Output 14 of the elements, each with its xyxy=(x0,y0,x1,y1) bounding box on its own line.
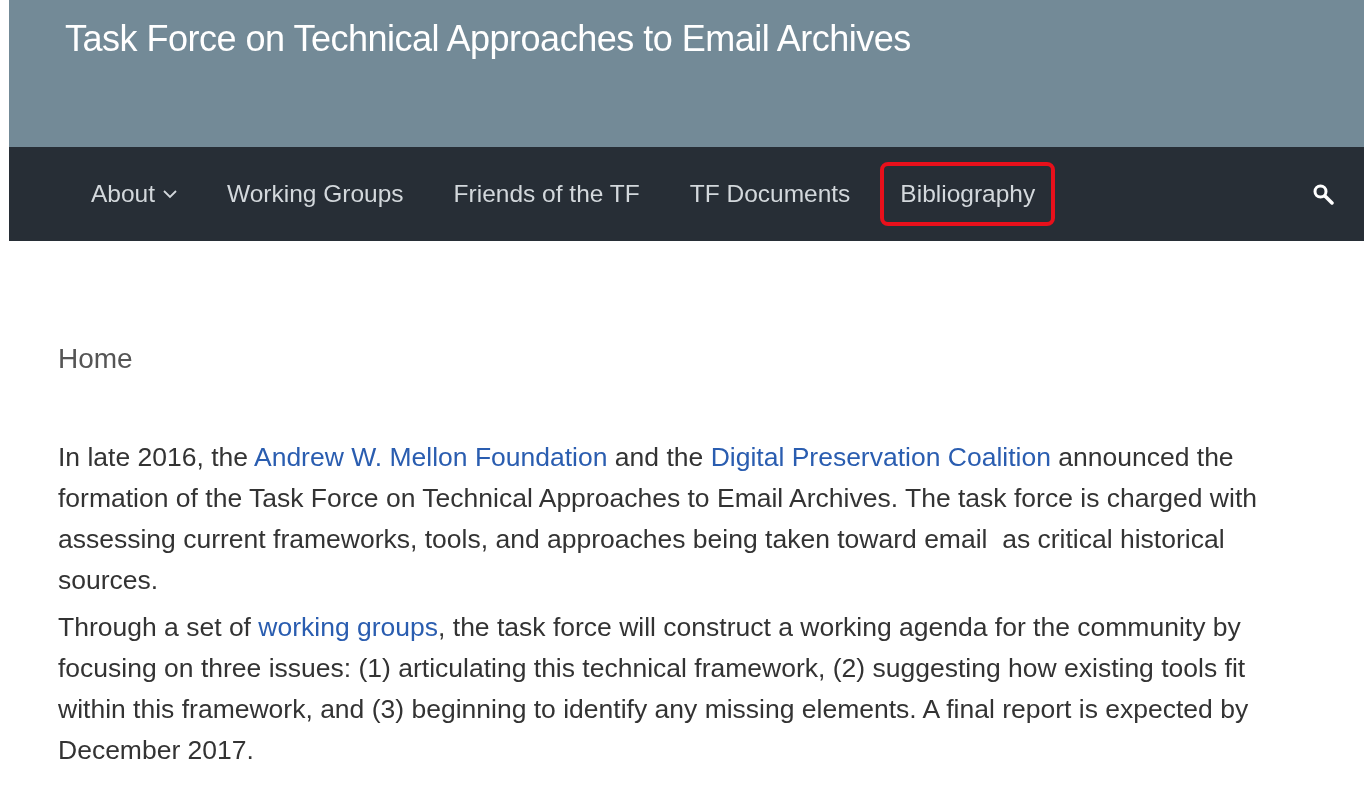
text-link[interactable]: Digital Preservation Coalition xyxy=(710,442,1051,472)
chevron-down-icon xyxy=(163,189,178,199)
nav-link[interactable]: Bibliography xyxy=(880,162,1056,226)
nav-link[interactable]: Friends of the TF xyxy=(433,162,660,226)
paragraph: Through a set of working groups, the task force will construct a working agenda for the community by focusing on three issues: (1) articulating this technical framework, (2) suggesting how existing tools fit within this framework, and (3) beginning to identify any missing elements. A final report is expected by December 2017. xyxy=(58,611,1250,767)
nav-link[interactable]: TF Documents xyxy=(669,162,871,226)
search-icon[interactable] xyxy=(1312,183,1334,205)
page-heading: Home xyxy=(58,343,133,375)
site-title[interactable]: Task Force on Technical Approaches to Email Archives xyxy=(65,18,911,60)
text-link[interactable]: working groups xyxy=(258,612,439,642)
nav-link[interactable]: About xyxy=(71,162,198,226)
paragraph: In late 2016, the Andrew W. Mellon Foundation and the Digital Preservation Coalition announced the formation of the Task Force on Technical Approaches to Email Archives. The task force is charged with assessing current frameworks, tools, and approaches being taken toward email as critical historical sources. xyxy=(58,441,1258,597)
text-link[interactable]: Andrew W. Mellon Foundation xyxy=(253,442,608,472)
nav-link[interactable]: Working Groups xyxy=(207,162,424,226)
